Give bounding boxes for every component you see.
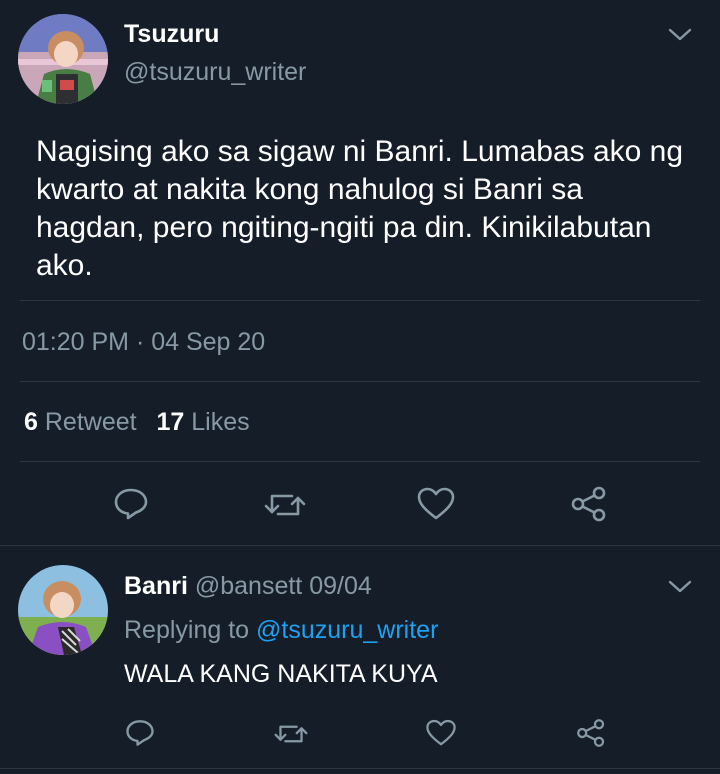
display-name[interactable]: Banri <box>124 572 188 600</box>
divider <box>20 300 700 301</box>
chevron-down-icon[interactable] <box>667 27 693 43</box>
heart-icon[interactable] <box>416 486 456 522</box>
like-label[interactable]: Likes <box>191 408 249 436</box>
reply-text: WALA KANG NAKITA KUYA <box>124 660 438 688</box>
avatar[interactable] <box>18 14 108 104</box>
replying-to: Replying to @tsuzuru_writer <box>124 616 438 645</box>
share-icon[interactable] <box>575 717 607 749</box>
divider <box>20 381 700 382</box>
heart-icon[interactable] <box>425 718 457 748</box>
display-name[interactable]: Tsuzuru <box>124 20 219 49</box>
retweet-icon[interactable] <box>264 488 306 522</box>
retweet-count[interactable]: 6 <box>24 408 38 436</box>
like-count[interactable]: 17 <box>156 408 184 436</box>
tweet-text: Nagising ako sa sigaw ni Banri. Lumabas … <box>36 135 684 282</box>
chevron-down-icon[interactable] <box>667 579 693 595</box>
section-divider <box>0 768 720 769</box>
timestamp[interactable]: 01:20 PM · 04 Sep 20 <box>22 328 265 357</box>
section-divider <box>0 545 720 546</box>
engagement-stats: 6 Retweet 17 Likes <box>24 408 250 437</box>
retweet-label[interactable]: Retweet <box>45 408 137 436</box>
replying-handle-link[interactable]: @tsuzuru_writer <box>256 616 438 644</box>
reply-icon[interactable] <box>112 486 150 522</box>
handle[interactable]: @tsuzuru_writer <box>124 58 306 87</box>
reply-icon[interactable] <box>124 718 156 748</box>
handle[interactable]: @bansett <box>195 572 302 600</box>
replying-prefix: Replying to <box>124 616 250 644</box>
divider <box>20 461 700 462</box>
share-icon[interactable] <box>569 485 609 523</box>
reply-header: Banri @bansett 09/04 <box>124 572 372 601</box>
retweet-icon[interactable] <box>274 720 308 748</box>
reply-date: 09/04 <box>309 572 372 600</box>
avatar[interactable] <box>18 565 108 655</box>
